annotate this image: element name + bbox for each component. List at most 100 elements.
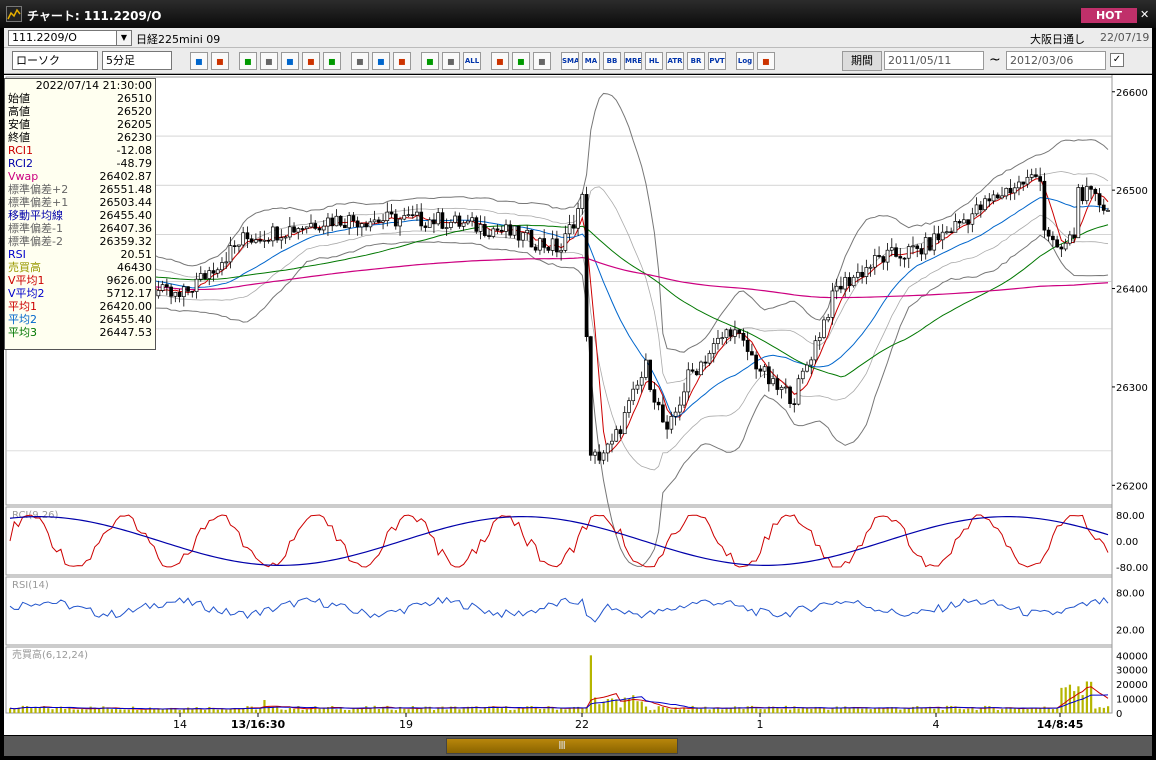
toolbar-pvt-button[interactable]: PVT xyxy=(708,52,726,70)
toolbar-crosshair-icon[interactable]: ▪ xyxy=(211,52,229,70)
toolbar-redo-icon[interactable]: ▪ xyxy=(393,52,411,70)
toolbar-atr-button[interactable]: ATR xyxy=(666,52,684,70)
candle-body xyxy=(919,248,924,255)
volume-bar xyxy=(780,709,783,713)
toolbar-bb-button[interactable]: BB xyxy=(603,52,621,70)
info-value: 26407.36 xyxy=(99,222,153,235)
candle-body xyxy=(690,369,695,372)
candle-body xyxy=(300,228,305,230)
candle-body xyxy=(885,249,890,263)
info-value: 26402.87 xyxy=(99,170,153,183)
toolbar-delete-icon[interactable]: ▪ xyxy=(323,52,341,70)
candle-body xyxy=(656,401,661,406)
hot-button[interactable]: HOT xyxy=(1081,8,1137,23)
candle-body xyxy=(627,400,631,413)
chart-area[interactable]: 26600 26500 26400 26300 26200 RCI(9,26) 80.00 0… xyxy=(4,75,1152,735)
toolbar-candle-icon[interactable]: ▪ xyxy=(239,52,257,70)
volume-bar xyxy=(924,707,927,713)
candle-body xyxy=(410,214,415,217)
toolbar-ma-add-icon[interactable]: ▪ xyxy=(421,52,439,70)
toolbar-wrench-icon[interactable]: ▪ xyxy=(512,52,530,70)
volume-bar xyxy=(962,709,966,713)
candle-body xyxy=(338,215,343,226)
rci-tick-label: -80.00 xyxy=(1116,563,1148,574)
instrument-name: 日経225mini 09 xyxy=(136,33,221,46)
period-button[interactable]: 期間 xyxy=(842,51,882,71)
toolbar-split-icon[interactable]: ▪ xyxy=(302,52,320,70)
candle-body xyxy=(1093,188,1098,194)
volume-bar xyxy=(1102,707,1105,713)
toolbar-cursor-icon[interactable]: ▪ xyxy=(372,52,390,70)
candle-body xyxy=(266,239,271,242)
candle-body xyxy=(555,238,559,253)
symbol-dropdown-icon[interactable]: ▼ xyxy=(116,30,132,46)
chart-canvas[interactable]: 26600 26500 26400 26300 26200 RCI(9,26) 80.00 0… xyxy=(4,75,1152,735)
candle-body xyxy=(237,244,241,247)
candle-body xyxy=(995,194,1000,199)
volume-bar xyxy=(797,708,800,713)
x-tick-label: 13/16:30 xyxy=(231,718,286,731)
toolbar-ma-remove-icon[interactable]: ▪ xyxy=(442,52,460,70)
toolbar-trend-icon[interactable]: ▪ xyxy=(260,52,278,70)
candle-body xyxy=(287,226,292,238)
start-date-input[interactable]: 2011/05/11 xyxy=(884,51,984,70)
toolbar-hl-button[interactable]: HL xyxy=(645,52,663,70)
symbol-input[interactable]: 111.2209/O xyxy=(8,30,118,46)
x-tick-label: 14 xyxy=(173,718,187,731)
toolbar-br-button[interactable]: BR xyxy=(687,52,705,70)
toolbar-zoom-icon[interactable]: ▪ xyxy=(190,52,208,70)
app-icon xyxy=(6,6,22,22)
candle-body xyxy=(1042,180,1047,231)
candle-body xyxy=(877,255,881,257)
volume-bar xyxy=(403,708,406,713)
candle-body xyxy=(665,421,669,430)
candle-body xyxy=(605,443,610,454)
candle-body xyxy=(720,337,725,340)
toolbar-mre-button[interactable]: MRE xyxy=(624,52,642,70)
scrollbar-thumb[interactable]: Ⅲ xyxy=(446,738,678,754)
chart-scrollbar[interactable]: Ⅲ xyxy=(4,736,1152,756)
candle-body xyxy=(983,198,987,211)
volume-bar xyxy=(348,709,351,713)
candle-body xyxy=(661,404,665,423)
toolbar-gear-icon[interactable]: ▪ xyxy=(491,52,509,70)
candle-body xyxy=(546,247,551,251)
candle-body xyxy=(754,354,758,370)
info-row: 標準偏差-2 26359.32 xyxy=(5,235,155,248)
candle-body xyxy=(508,224,513,236)
candle-body xyxy=(669,416,674,430)
candle-body xyxy=(987,198,992,202)
toolbar-pen-icon[interactable]: ▪ xyxy=(351,52,369,70)
candle-body xyxy=(932,233,937,251)
candle-body xyxy=(682,391,686,406)
candle-body xyxy=(860,271,864,277)
volume-bar xyxy=(365,706,368,713)
toolbar-sma-button[interactable]: SMA xyxy=(561,52,579,70)
toolbar-bar-icon[interactable]: ▪ xyxy=(281,52,299,70)
candle-body xyxy=(368,221,373,228)
end-date-input[interactable]: 2012/03/06 xyxy=(1006,51,1106,70)
info-row: 標準偏差+2 26551.48 xyxy=(5,183,155,196)
toolbar-export-icon[interactable]: ▪ xyxy=(757,52,775,70)
candle-body xyxy=(360,223,364,228)
candle-body xyxy=(487,235,491,237)
toolbar-palette-icon[interactable]: ▪ xyxy=(533,52,551,70)
volume-bar xyxy=(945,705,949,713)
candle-body xyxy=(813,340,818,361)
toolbar-ma-button[interactable]: MA xyxy=(582,52,600,70)
volume-bar xyxy=(114,708,118,713)
close-icon[interactable]: ✕ xyxy=(1140,8,1152,22)
toolbar-all-button[interactable]: ALL xyxy=(463,52,481,70)
candle-body xyxy=(330,217,335,227)
interval-select[interactable]: 5分足 xyxy=(102,51,172,70)
volume-bar xyxy=(89,706,92,713)
volume-bar xyxy=(76,709,80,713)
candle-body xyxy=(978,204,983,211)
chart-type-select[interactable]: ローソク xyxy=(12,51,98,70)
candle-body xyxy=(1000,195,1004,199)
toolbar-log-button[interactable]: Log xyxy=(736,52,754,70)
candle-body xyxy=(936,233,941,241)
volume-bar xyxy=(13,709,16,713)
date-checkbox[interactable]: ✓ xyxy=(1110,53,1124,67)
candle-body xyxy=(889,247,894,251)
